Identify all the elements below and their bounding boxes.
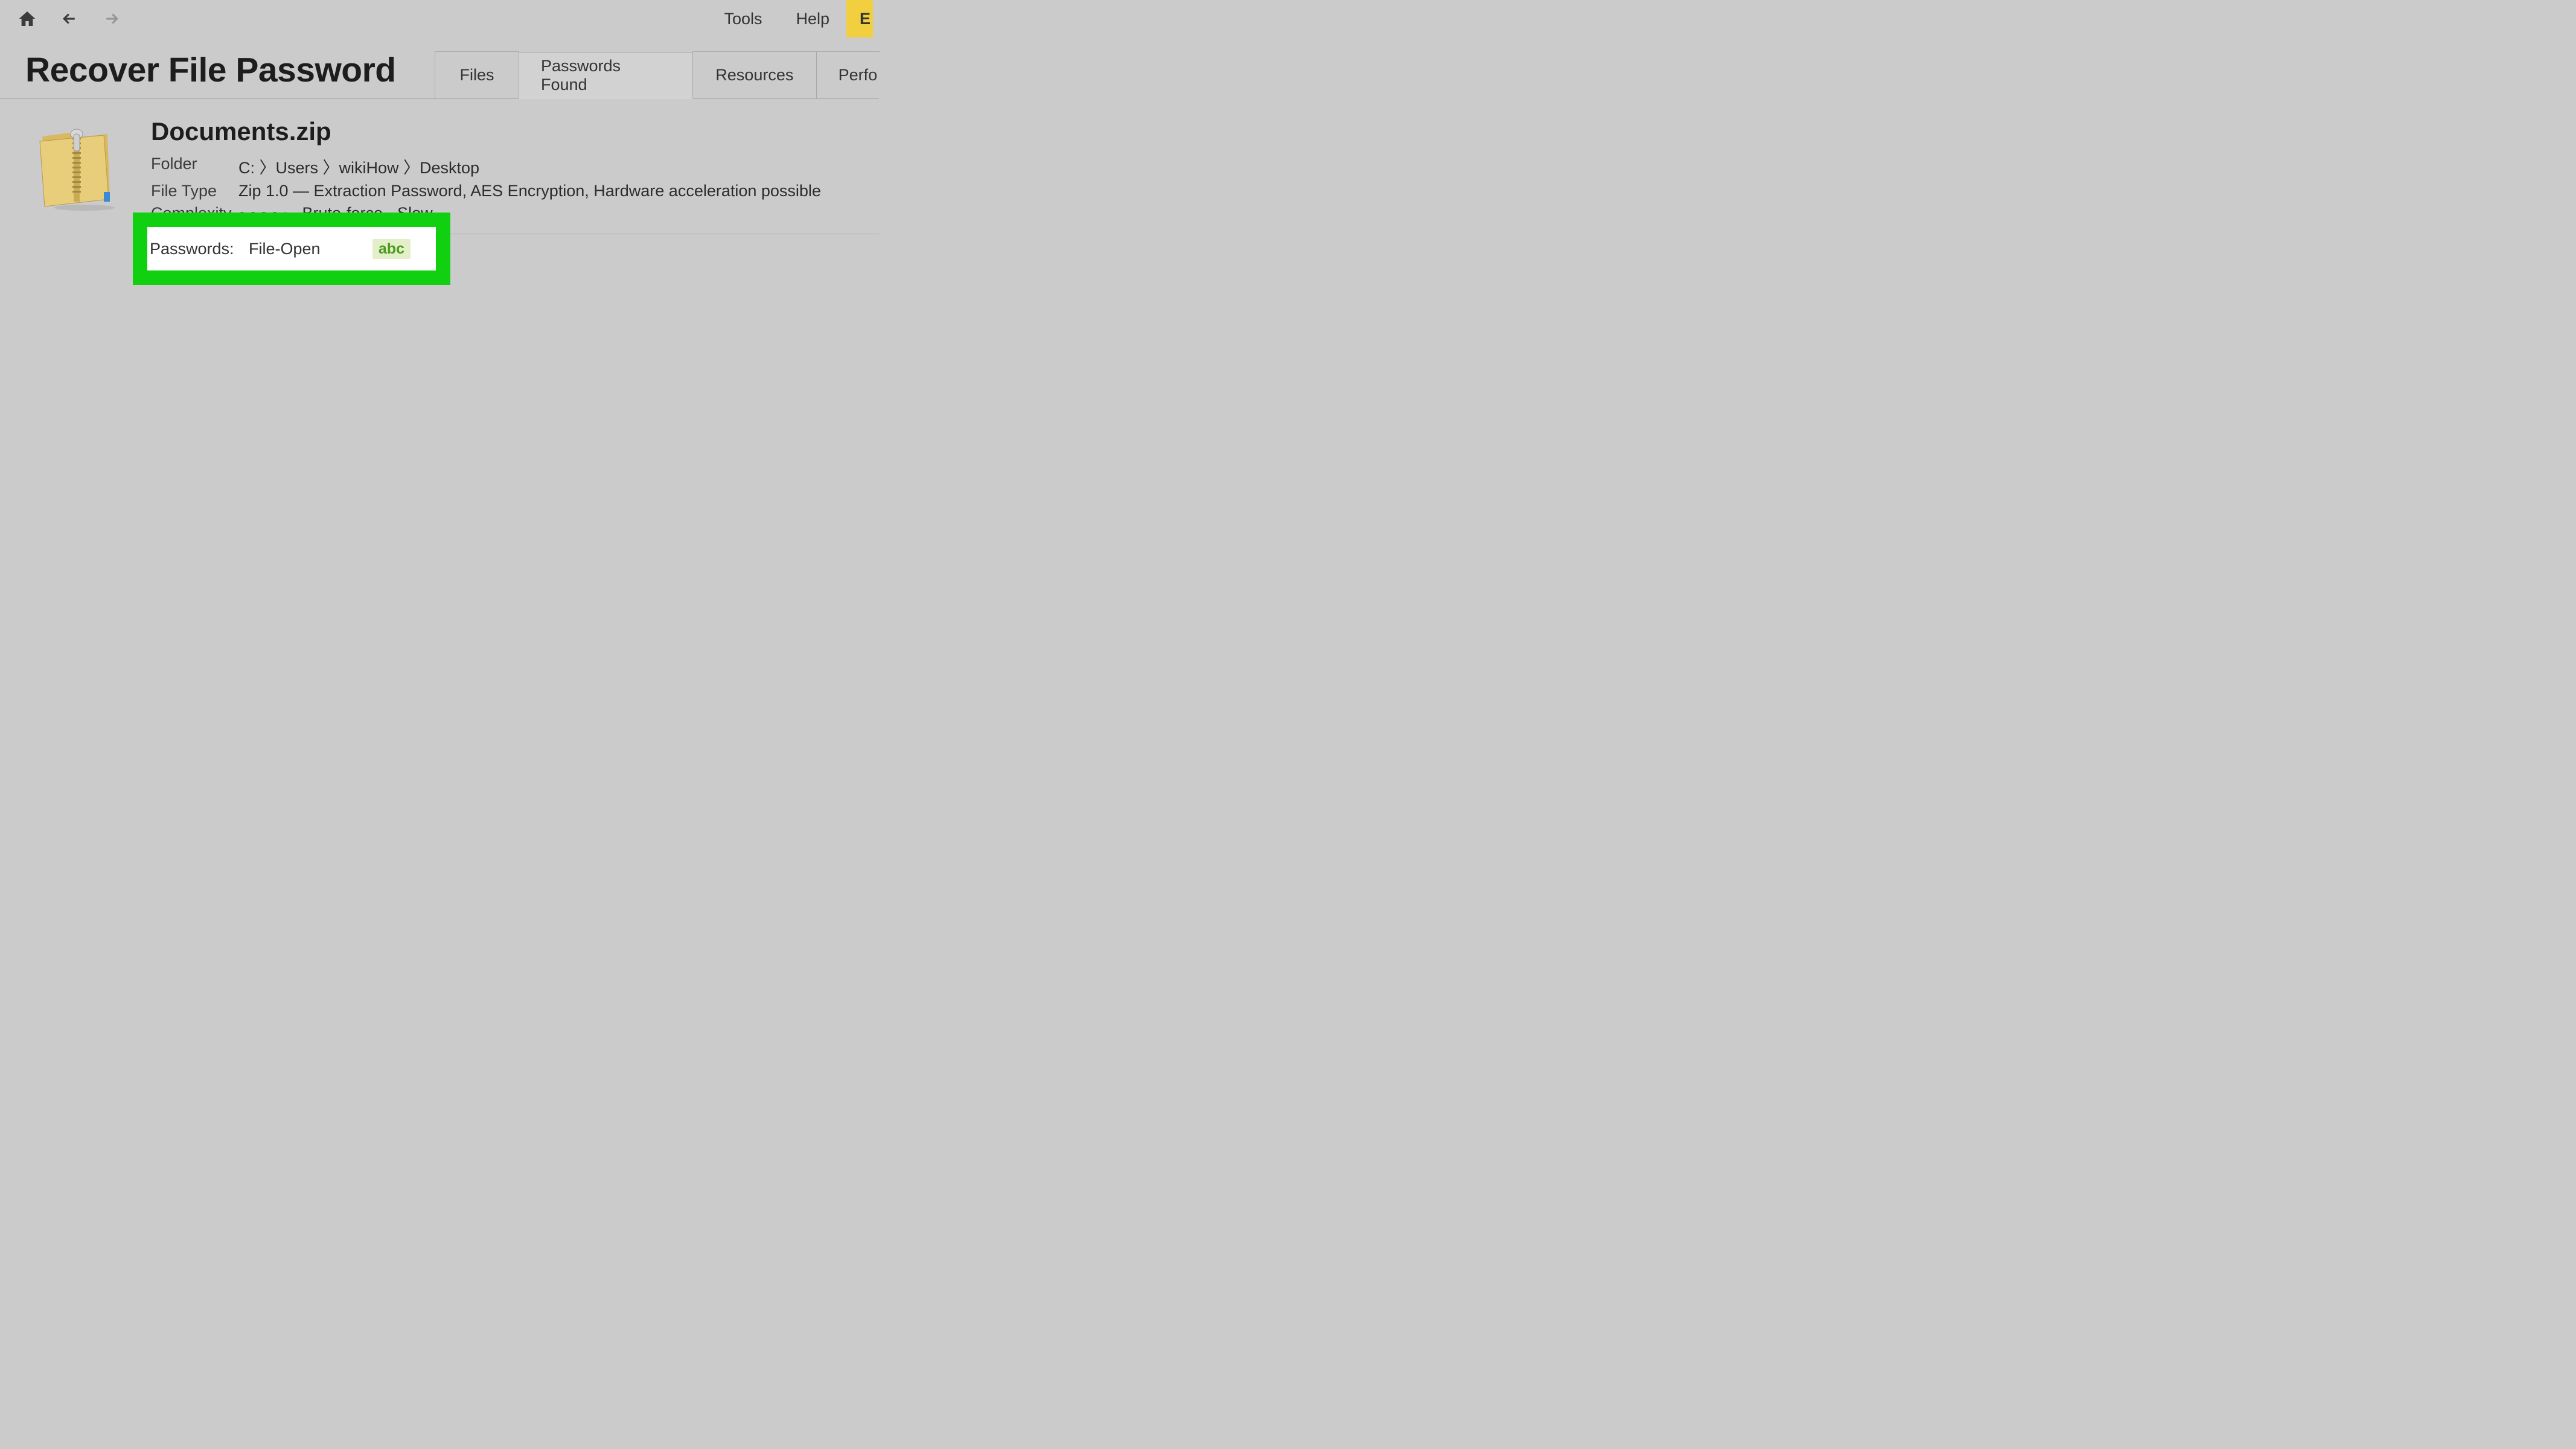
menu-tools[interactable]: Tools <box>707 1 779 37</box>
passwords-highlight-box: Passwords: File-Open abc <box>133 213 450 285</box>
filetype-value: Zip 1.0 — Extraction Password, AES Encry… <box>238 182 821 200</box>
file-name: Documents.zip <box>151 117 855 146</box>
passwords-value: File-Open <box>249 240 358 258</box>
tab-passwords-found[interactable]: Passwords Found <box>519 52 693 99</box>
passwords-row: Passwords: File-Open abc <box>147 227 436 270</box>
folder-value: C: 〉Users 〉wikiHow 〉Desktop <box>238 155 479 178</box>
page-title: Recover File Password <box>0 50 435 98</box>
content-area: Documents.zip Folder C: 〉Users 〉wikiHow … <box>0 99 879 234</box>
e-button[interactable]: E <box>846 0 873 37</box>
tab-files[interactable]: Files <box>435 51 519 98</box>
menu-help[interactable]: Help <box>779 1 846 37</box>
back-button[interactable] <box>48 1 91 37</box>
folder-row: Folder C: 〉Users 〉wikiHow 〉Desktop <box>151 155 855 178</box>
passwords-label: Passwords: <box>150 240 234 258</box>
home-icon <box>17 9 37 28</box>
abc-badge[interactable]: abc <box>372 239 411 259</box>
tab-resources[interactable]: Resources <box>692 51 817 98</box>
arrow-left-icon <box>59 10 80 28</box>
folder-label: Folder <box>151 155 238 178</box>
filetype-row: File Type Zip 1.0 — Extraction Password,… <box>151 182 855 200</box>
forward-button[interactable] <box>91 1 133 37</box>
arrow-right-icon <box>101 10 122 28</box>
tab-bar: Files Passwords Found Resources Perfo <box>435 51 879 98</box>
home-button[interactable] <box>6 1 48 37</box>
top-toolbar: Tools Help E <box>0 0 879 37</box>
header-bar: Recover File Password Files Passwords Fo… <box>0 37 879 99</box>
tab-performance[interactable]: Perfo <box>816 51 880 98</box>
zip-file-icon <box>36 117 127 234</box>
filetype-label: File Type <box>151 182 238 200</box>
